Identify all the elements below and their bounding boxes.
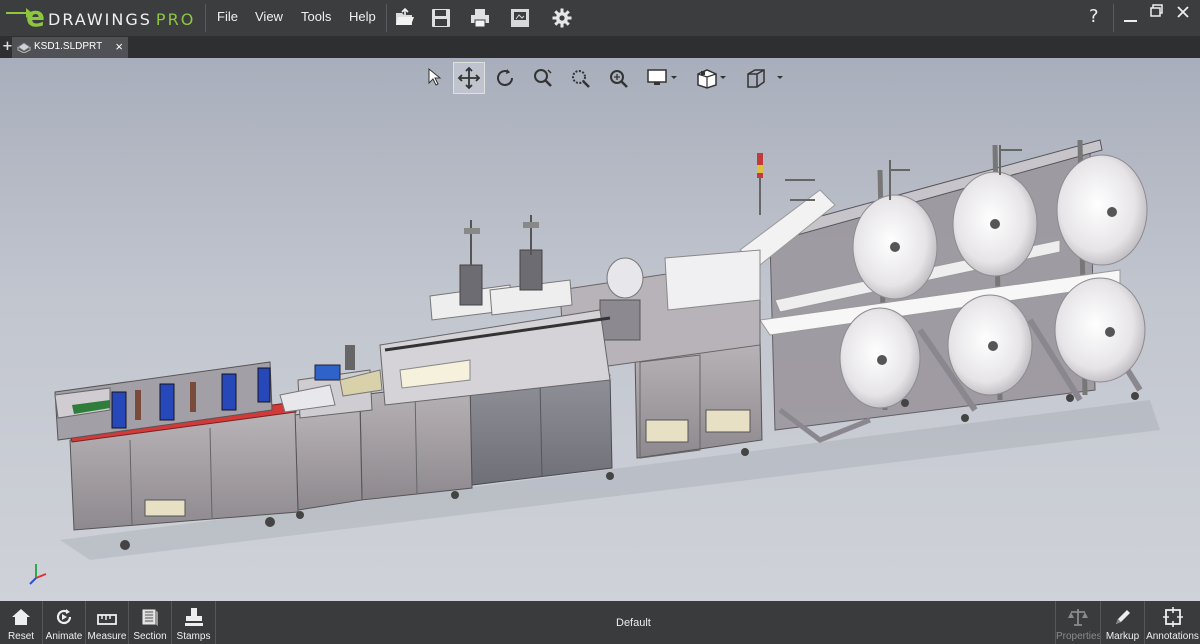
document-tab-title: KSD1.SLDPRT — [34, 41, 103, 52]
menu-tools[interactable]: Tools — [301, 9, 331, 24]
axis-triad — [29, 564, 47, 585]
animate-button[interactable]: Animate — [43, 601, 85, 644]
measure-button[interactable]: Measure — [86, 601, 128, 644]
machine-model[interactable] — [0, 58, 1200, 601]
annotations-icon — [1162, 607, 1183, 627]
configuration-label[interactable]: Default — [616, 617, 651, 629]
measure-icon — [97, 614, 117, 625]
document-tab-bar: + KSD1.SLDPRT × — [0, 36, 1200, 58]
close-window-icon[interactable] — [1176, 4, 1190, 23]
title-bar: e DRAWINGS PRO File View Tools Help ? — [0, 0, 1200, 36]
menu-help[interactable]: Help — [349, 9, 376, 24]
publish-icon[interactable] — [509, 7, 531, 29]
section-button[interactable]: Section — [129, 601, 171, 644]
home-icon — [12, 609, 30, 625]
tab-close-icon[interactable]: × — [115, 39, 123, 54]
scales-icon — [1068, 609, 1088, 626]
edrawings-logo: e DRAWINGS PRO — [4, 0, 204, 33]
markup-button[interactable]: Markup — [1101, 601, 1144, 644]
save-icon[interactable] — [430, 7, 452, 29]
help-button[interactable]: ? — [1089, 6, 1099, 27]
stamps-button[interactable]: Stamps — [172, 601, 215, 644]
menu-file[interactable]: File — [217, 9, 238, 24]
settings-gear-icon[interactable] — [551, 7, 573, 29]
properties-button[interactable]: Properties — [1056, 601, 1102, 644]
section-icon — [142, 609, 158, 626]
open-folder-icon[interactable] — [394, 7, 416, 29]
print-icon[interactable] — [469, 7, 491, 29]
stamp-icon — [184, 608, 203, 626]
minimize-icon[interactable] — [1124, 8, 1138, 27]
restore-icon[interactable] — [1150, 3, 1164, 22]
document-tab[interactable]: KSD1.SLDPRT × — [12, 37, 128, 58]
bottom-toolbar: Reset Animate Measure Section Stamps Def… — [0, 601, 1200, 644]
logo-pro: PRO — [155, 10, 196, 29]
annotations-button[interactable]: Annotations — [1145, 601, 1200, 644]
3d-viewport[interactable] — [0, 58, 1200, 601]
menu-view[interactable]: View — [255, 9, 283, 24]
logo-word: DRAWINGS — [48, 10, 152, 29]
part-file-icon — [17, 42, 31, 53]
animate-icon — [56, 609, 72, 625]
logo-e: e — [26, 0, 45, 33]
pen-icon — [1115, 610, 1130, 624]
reset-button[interactable]: Reset — [0, 601, 42, 644]
